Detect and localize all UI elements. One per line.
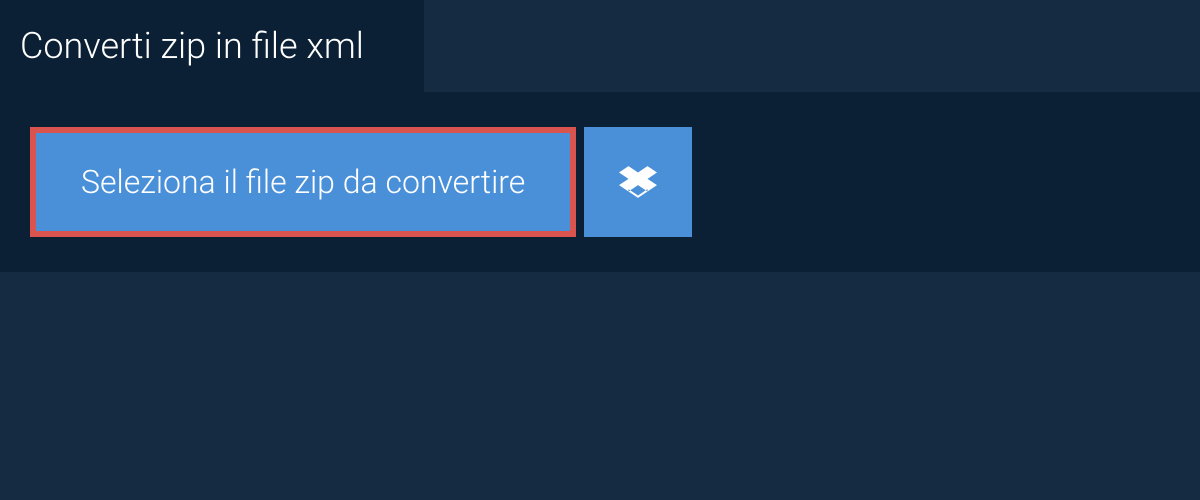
upload-panel: Seleziona il file zip da convertire xyxy=(0,92,1200,272)
button-row: Seleziona il file zip da convertire xyxy=(30,127,1170,237)
tab-title: Converti zip in file xml xyxy=(0,0,424,92)
dropbox-button[interactable] xyxy=(584,127,692,237)
dropbox-icon xyxy=(619,163,657,201)
select-file-label: Seleziona il file zip da convertire xyxy=(81,163,525,201)
select-file-button[interactable]: Seleziona il file zip da convertire xyxy=(30,127,576,237)
spacer xyxy=(0,272,1200,302)
tab-title-text: Converti zip in file xml xyxy=(20,25,364,67)
